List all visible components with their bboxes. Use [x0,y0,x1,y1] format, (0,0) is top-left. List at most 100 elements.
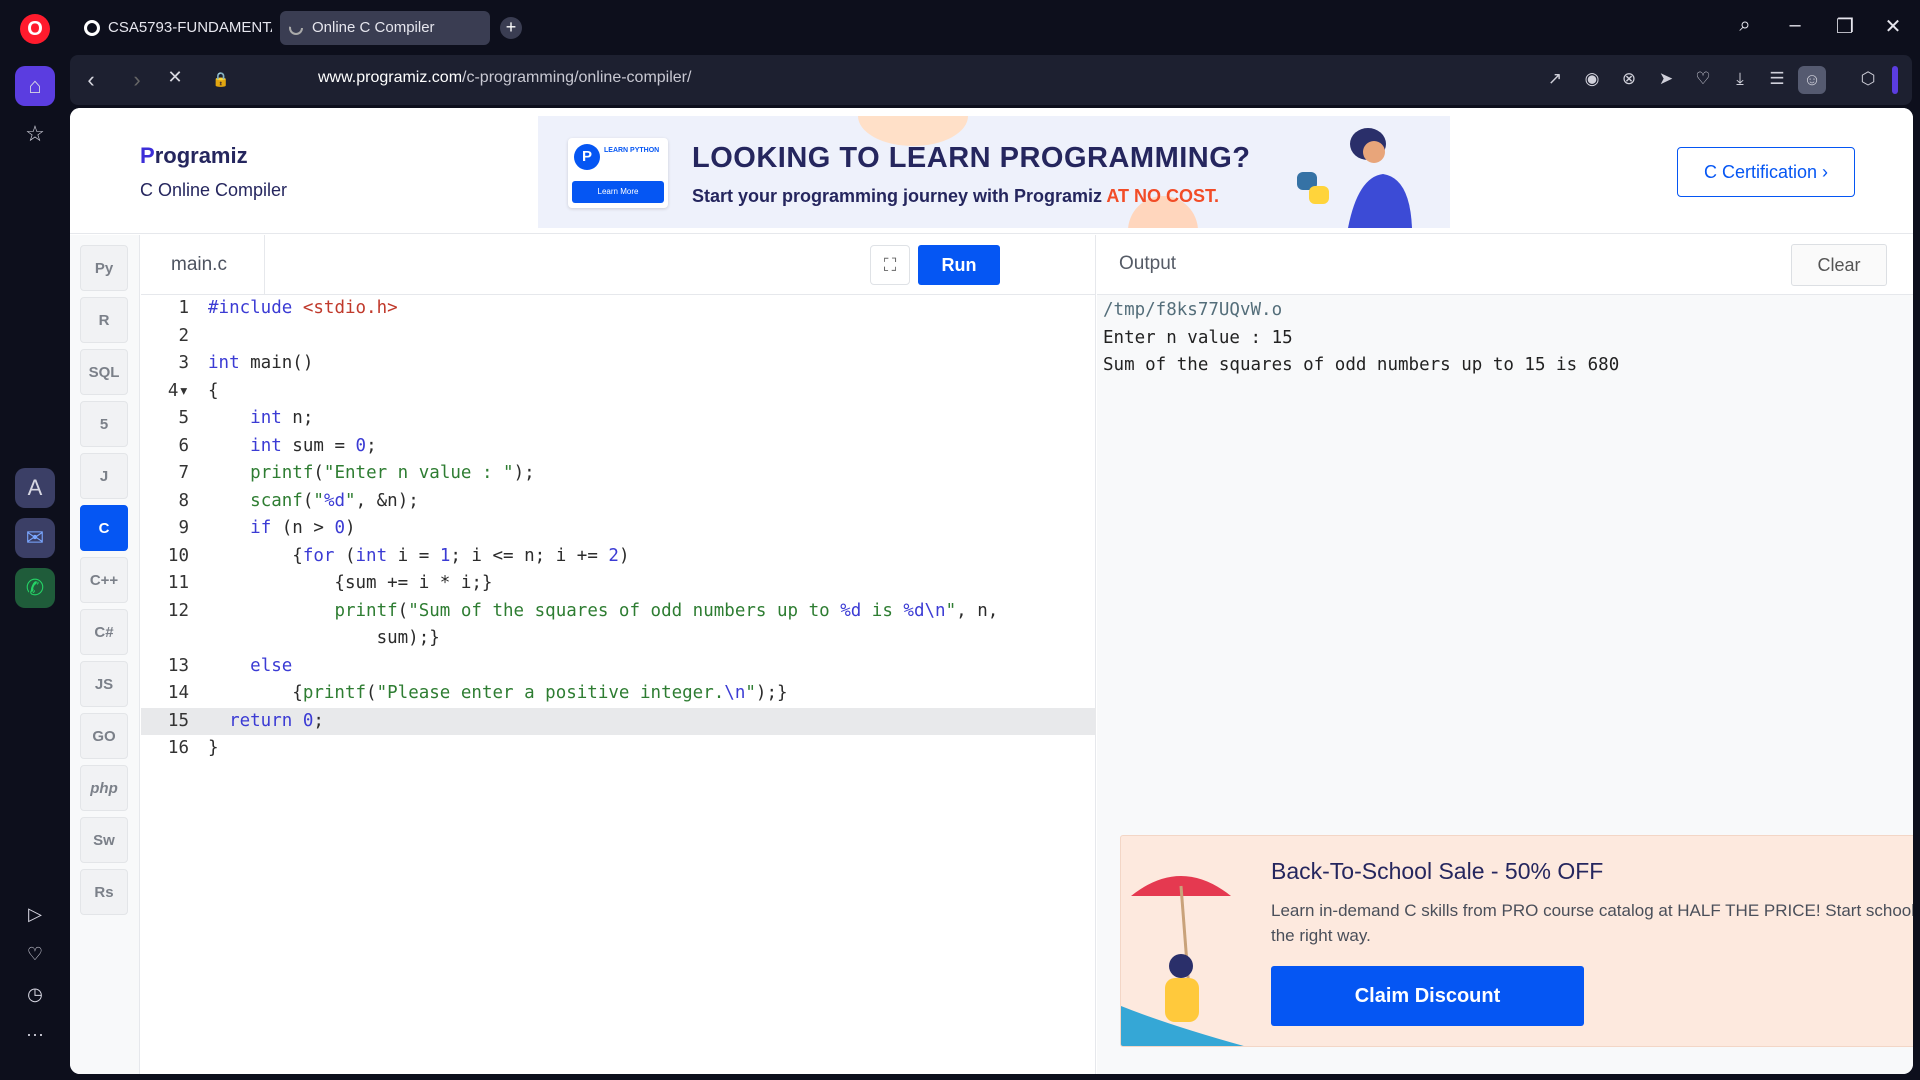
home-icon[interactable]: ⌂ [15,66,55,106]
history-clock-icon[interactable]: ◷ [15,974,55,1014]
code-line: sum);} [208,628,440,648]
lang-sql-icon[interactable]: SQL [80,349,128,395]
banner-person-illustration [1348,128,1412,228]
clear-button[interactable]: Clear [1791,244,1887,286]
adblock-icon[interactable]: ⊗ [1617,69,1641,89]
page: Programiz C Online Compiler P LEARN PYTH… [70,108,1913,1074]
code-line: 16} [167,738,219,758]
code-line: 12 printf("Sum of the squares of odd num… [167,600,999,621]
lang-rust-icon[interactable]: Rs [80,869,128,915]
code-line: 10 {for (int i = 1; i <= n; i += 2) [167,545,630,566]
output-panel: Output Clear /tmp/f8ks77UQvW.o Enter n v… [1097,235,1913,1074]
output-console[interactable]: /tmp/f8ks77UQvW.o Enter n value : 15 Sum… [1103,297,1619,380]
banner-title: LOOKING TO LEARN PROGRAMMING? [692,142,1251,174]
learn-python-logo-icon: P [574,144,600,170]
search-icon[interactable]: ⌕ [1730,14,1760,37]
tab-github[interactable]: CSA5793-FUNDAMENTAL [76,11,272,45]
code-area[interactable]: 1 #include <stdio.h> 2 3 int main() 4▾{ 5 … [141,295,1096,1074]
profile-icon[interactable]: ☺ [1798,66,1826,94]
code-line: 9 if (n > 0) [178,518,356,538]
opera-logo-icon[interactable]: O [20,14,50,44]
player-icon[interactable]: ▷ [15,894,55,934]
lang-go-icon[interactable]: GO [80,713,128,759]
lang-python-icon[interactable]: Py [80,245,128,291]
messenger-icon[interactable]: ✉ [15,518,55,558]
lang-html-icon[interactable]: 5 [80,401,128,447]
easy-setup-icon[interactable]: ☰ [1765,69,1789,89]
loading-spinner-icon [289,21,303,35]
stop-loading-icon[interactable]: ✕ [160,67,190,88]
lang-js-icon[interactable]: JS [80,661,128,707]
banner-subtitle: Start your programming journey with Prog… [692,186,1220,206]
code-line: 14 {printf("Please enter a positive inte… [167,683,788,703]
promo-text: Learn in-demand C skills from PRO course… [1271,901,1913,945]
lang-java-icon[interactable]: J [80,453,128,499]
learn-python-card: P LEARN PYTHON Learn More [568,138,668,208]
camera-icon[interactable]: ◉ [1580,69,1604,89]
forward-icon[interactable]: › [122,67,152,93]
github-icon [84,20,100,36]
more-icon[interactable]: ··· [15,1014,55,1054]
claim-discount-button[interactable]: Claim Discount [1271,966,1584,1026]
code-line: 7 printf("Enter n value : "); [178,463,535,483]
lang-r-icon[interactable]: R [80,297,128,343]
favorite-heart-icon[interactable]: ♡ [1691,69,1715,89]
code-line: 4▾{ [141,378,1096,405]
code-editor-panel: main.c ⛶ ☾ Run 1#include <stdio.h> 2 3in… [141,235,1096,1074]
sidebar-toggle[interactable] [1892,66,1898,94]
browser-sidebar: ⌂ ☆ A ✉ ✆ ▷ ♡ ◷ ··· [0,54,70,1080]
lang-c-icon[interactable]: C [80,505,128,551]
minimize-button[interactable]: – [1780,14,1810,37]
c-certification-button[interactable]: C Certification › [1677,147,1855,197]
output-toolbar: Output Clear [1097,235,1913,295]
code-line: 8 scanf("%d", &n); [178,490,419,511]
send-icon[interactable]: ➤ [1654,69,1678,89]
lock-icon: 🔒 [212,71,230,87]
code-line: 5 int n; [178,408,314,428]
language-sidebar: Py R SQL 5 J C C++ C# JS GO php Sw Rs [70,235,140,1074]
page-subtitle: C Online Compiler [140,180,288,200]
code-line: 3 int main() [178,353,314,373]
file-tab-main-c[interactable]: main.c [141,235,265,295]
lang-cpp-icon[interactable]: C++ [80,557,128,603]
python-logo-icon [1297,172,1329,204]
aria-ai-icon[interactable]: A [15,468,55,508]
tab-label: CSA5793-FUNDAMENTAL [108,19,272,36]
fullscreen-icon[interactable]: ⛶ [870,245,910,285]
programiz-logo[interactable]: Programiz [140,143,248,169]
download-icon[interactable]: ⤓ [1728,69,1752,89]
output-path: /tmp/f8ks77UQvW.o [1103,300,1283,320]
restore-button[interactable]: ❐ [1830,14,1860,39]
browser-tab-bar: O CSA5793-FUNDAMENTAL Online C Compiler … [0,0,1920,54]
fold-toggle[interactable]: 4▾ [141,378,189,405]
code-line: 13 else [167,655,293,676]
code-line: 2 [178,325,189,346]
run-button[interactable]: Run [918,245,1000,285]
heart-icon[interactable]: ♡ [15,934,55,974]
tab-online-c-compiler[interactable]: Online C Compiler [280,11,490,45]
share-icon[interactable]: ↗ [1543,69,1567,89]
output-label: Output [1119,253,1177,274]
site-header: Programiz C Online Compiler P LEARN PYTH… [70,108,1913,234]
address-bar: ‹ › ✕ 🔒 www.programiz.com/c-programming/… [70,55,1912,105]
code-line: 1 #include <stdio.h> [178,298,398,318]
learn-python-text: LEARN PYTHON [604,147,660,154]
extensions-cube-icon[interactable]: ⬡ [1856,69,1880,89]
back-icon[interactable]: ‹ [76,67,106,93]
lang-php-icon[interactable]: php [80,765,128,811]
editor-toolbar: main.c ⛶ ☾ Run [141,235,1096,295]
beach-umbrella-illustration [1121,876,1244,1046]
whatsapp-icon[interactable]: ✆ [15,568,55,608]
learn-more-button[interactable]: Learn More [572,181,664,203]
lang-csharp-icon[interactable]: C# [80,609,128,655]
code-line: 11 {sum += i * i;} [167,573,493,593]
code-line-active: 15 return 0; [141,707,1096,735]
promo-card: Back-To-School Sale - 50% OFF Learn in-d… [1120,835,1913,1047]
url-field[interactable]: www.programiz.com/c-programming/online-c… [318,69,691,87]
new-tab-button[interactable]: + [500,17,522,39]
close-window-button[interactable]: ✕ [1878,14,1908,39]
code-line: 6 int sum = 0; [178,435,377,456]
ad-banner[interactable]: P LEARN PYTHON Learn More LOOKING TO LEA… [538,116,1450,228]
lang-swift-icon[interactable]: Sw [80,817,128,863]
bookmarks-star-icon[interactable]: ☆ [15,114,55,154]
